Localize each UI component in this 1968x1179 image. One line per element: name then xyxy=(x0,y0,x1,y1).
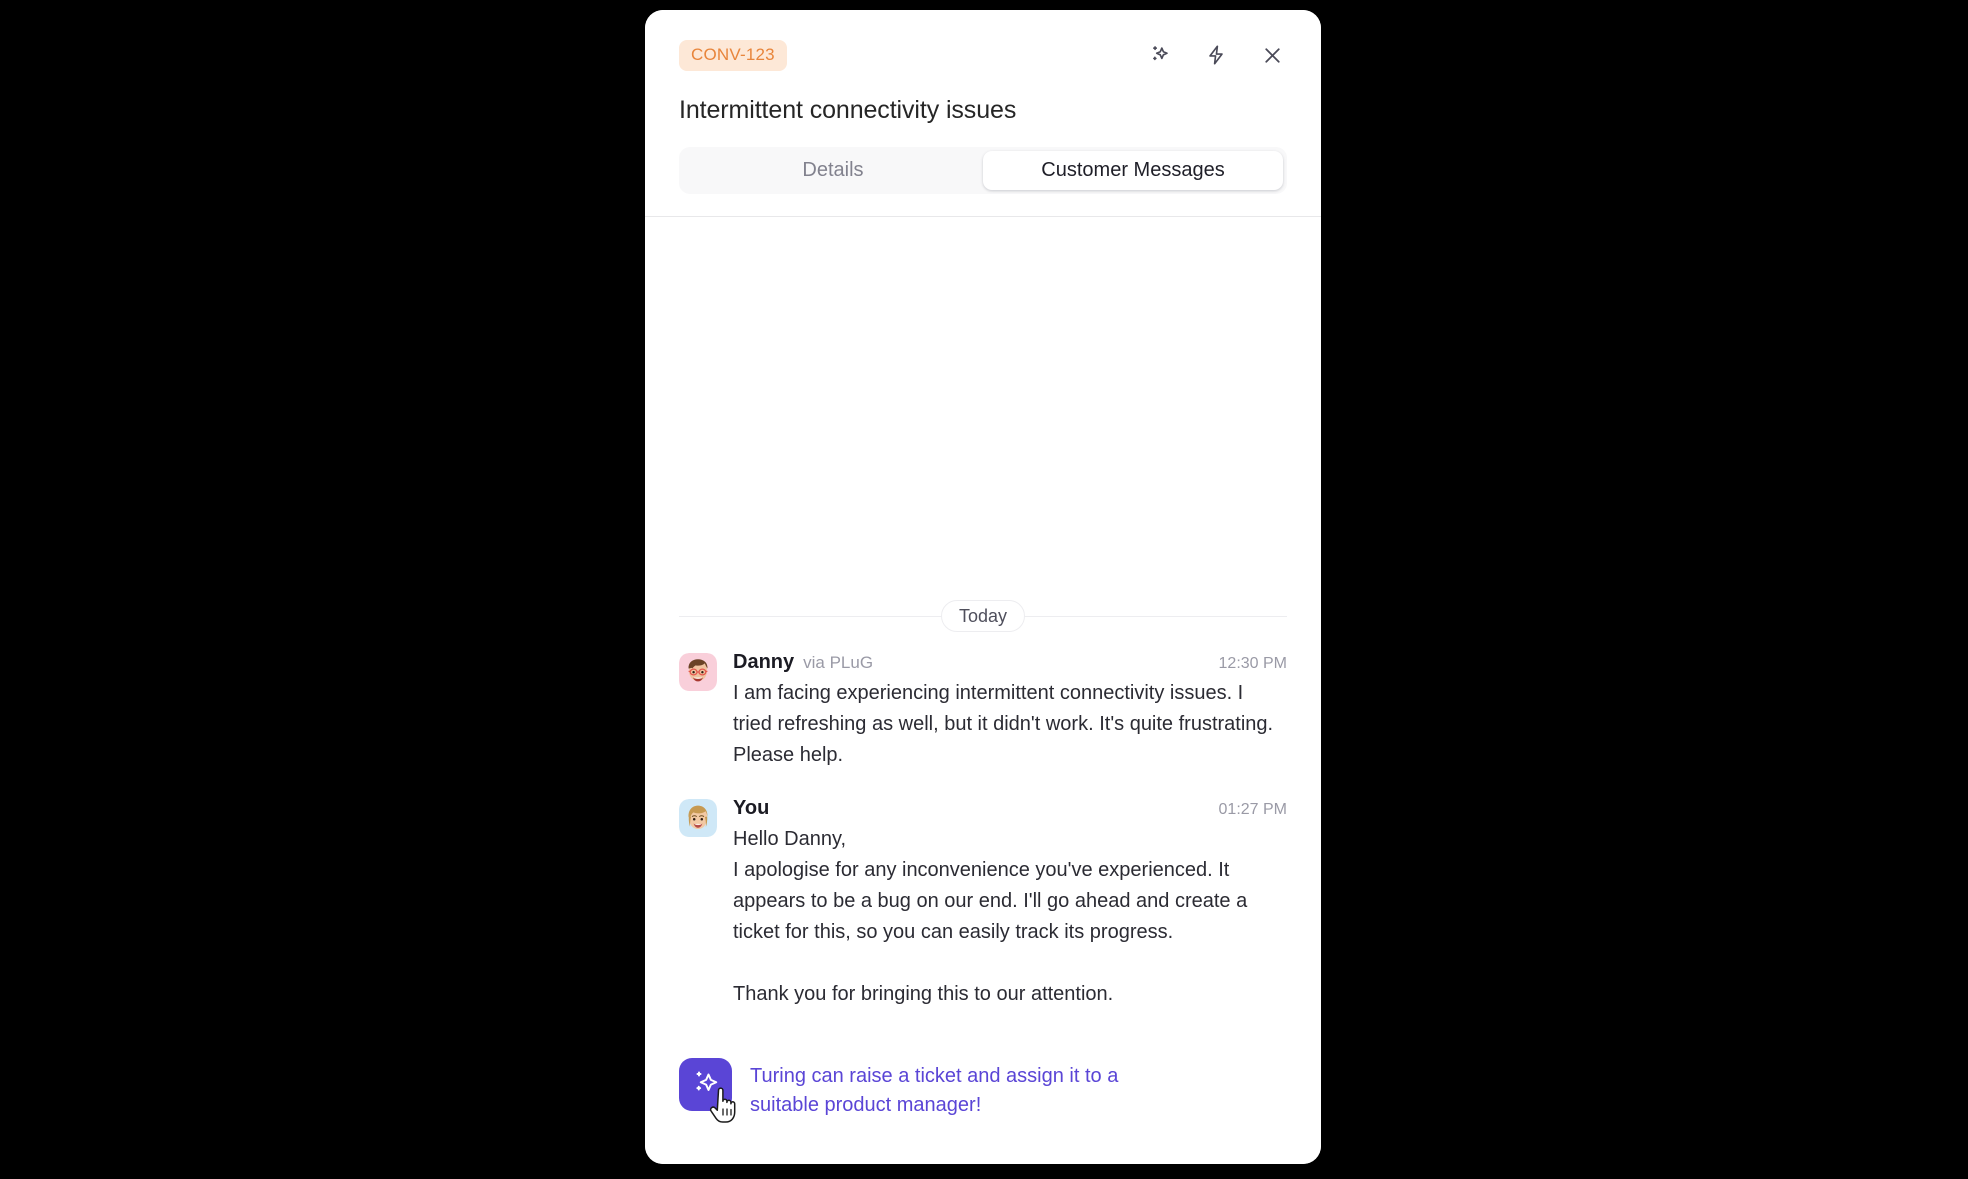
ai-suggestion[interactable]: Turing can raise a ticket and assign it … xyxy=(679,1058,1287,1164)
zap-icon-button[interactable] xyxy=(1201,40,1231,70)
sparkle-icon xyxy=(1149,44,1171,66)
message-author: Danny xyxy=(733,651,795,673)
day-divider-label: Today xyxy=(940,600,1026,632)
message-header: You 01:27 PM xyxy=(733,797,1287,820)
conversation-panel: CONV-123 Intermittent connectivity issue… xyxy=(645,10,1321,1164)
sparkle-icon-button[interactable] xyxy=(1145,40,1175,70)
panel-header: CONV-123 Intermittent connectivity issue… xyxy=(645,10,1321,217)
close-button[interactable] xyxy=(1257,40,1287,70)
message-content: Danny via PLuG 12:30 PM I am facing expe… xyxy=(733,651,1287,771)
page-title: Intermittent connectivity issues xyxy=(679,96,1017,124)
ai-suggestion-text[interactable]: Turing can raise a ticket and assign it … xyxy=(750,1058,1180,1120)
message-source: via PLuG xyxy=(803,653,874,672)
avatar xyxy=(679,653,717,691)
header-top-row: CONV-123 xyxy=(679,35,1287,75)
message-timestamp: 01:27 PM xyxy=(1218,801,1287,818)
day-divider: Today xyxy=(679,599,1287,633)
sparkle-icon xyxy=(691,1068,721,1101)
conversation-id-badge[interactable]: CONV-123 xyxy=(679,39,787,71)
tab-customer-messages[interactable]: Customer Messages xyxy=(983,151,1283,190)
avatar xyxy=(679,799,717,837)
close-icon xyxy=(1261,44,1284,67)
tab-details[interactable]: Details xyxy=(683,151,983,190)
message-body: I am facing experiencing intermittent co… xyxy=(733,682,1274,766)
screen-backdrop: CONV-123 Intermittent connectivity issue… xyxy=(0,0,1968,1179)
tab-bar: Details Customer Messages xyxy=(679,147,1287,194)
message-author: You xyxy=(733,797,770,819)
message-content: You 01:27 PM Hello Danny, I apologise fo… xyxy=(733,797,1287,1010)
zap-icon xyxy=(1205,44,1227,66)
message-timestamp: 12:30 PM xyxy=(1218,655,1287,672)
message-item: Danny via PLuG 12:30 PM I am facing expe… xyxy=(679,651,1287,771)
ai-suggestion-button[interactable] xyxy=(679,1058,732,1111)
message-body: Hello Danny, I apologise for any inconve… xyxy=(733,828,1248,1005)
message-item: You 01:27 PM Hello Danny, I apologise fo… xyxy=(679,797,1287,1010)
conversation-thread[interactable]: Today Danny via PLuG 12:30 PM I am facin… xyxy=(645,217,1321,1164)
message-header: Danny via PLuG 12:30 PM xyxy=(733,651,1287,674)
header-actions xyxy=(1145,40,1287,70)
